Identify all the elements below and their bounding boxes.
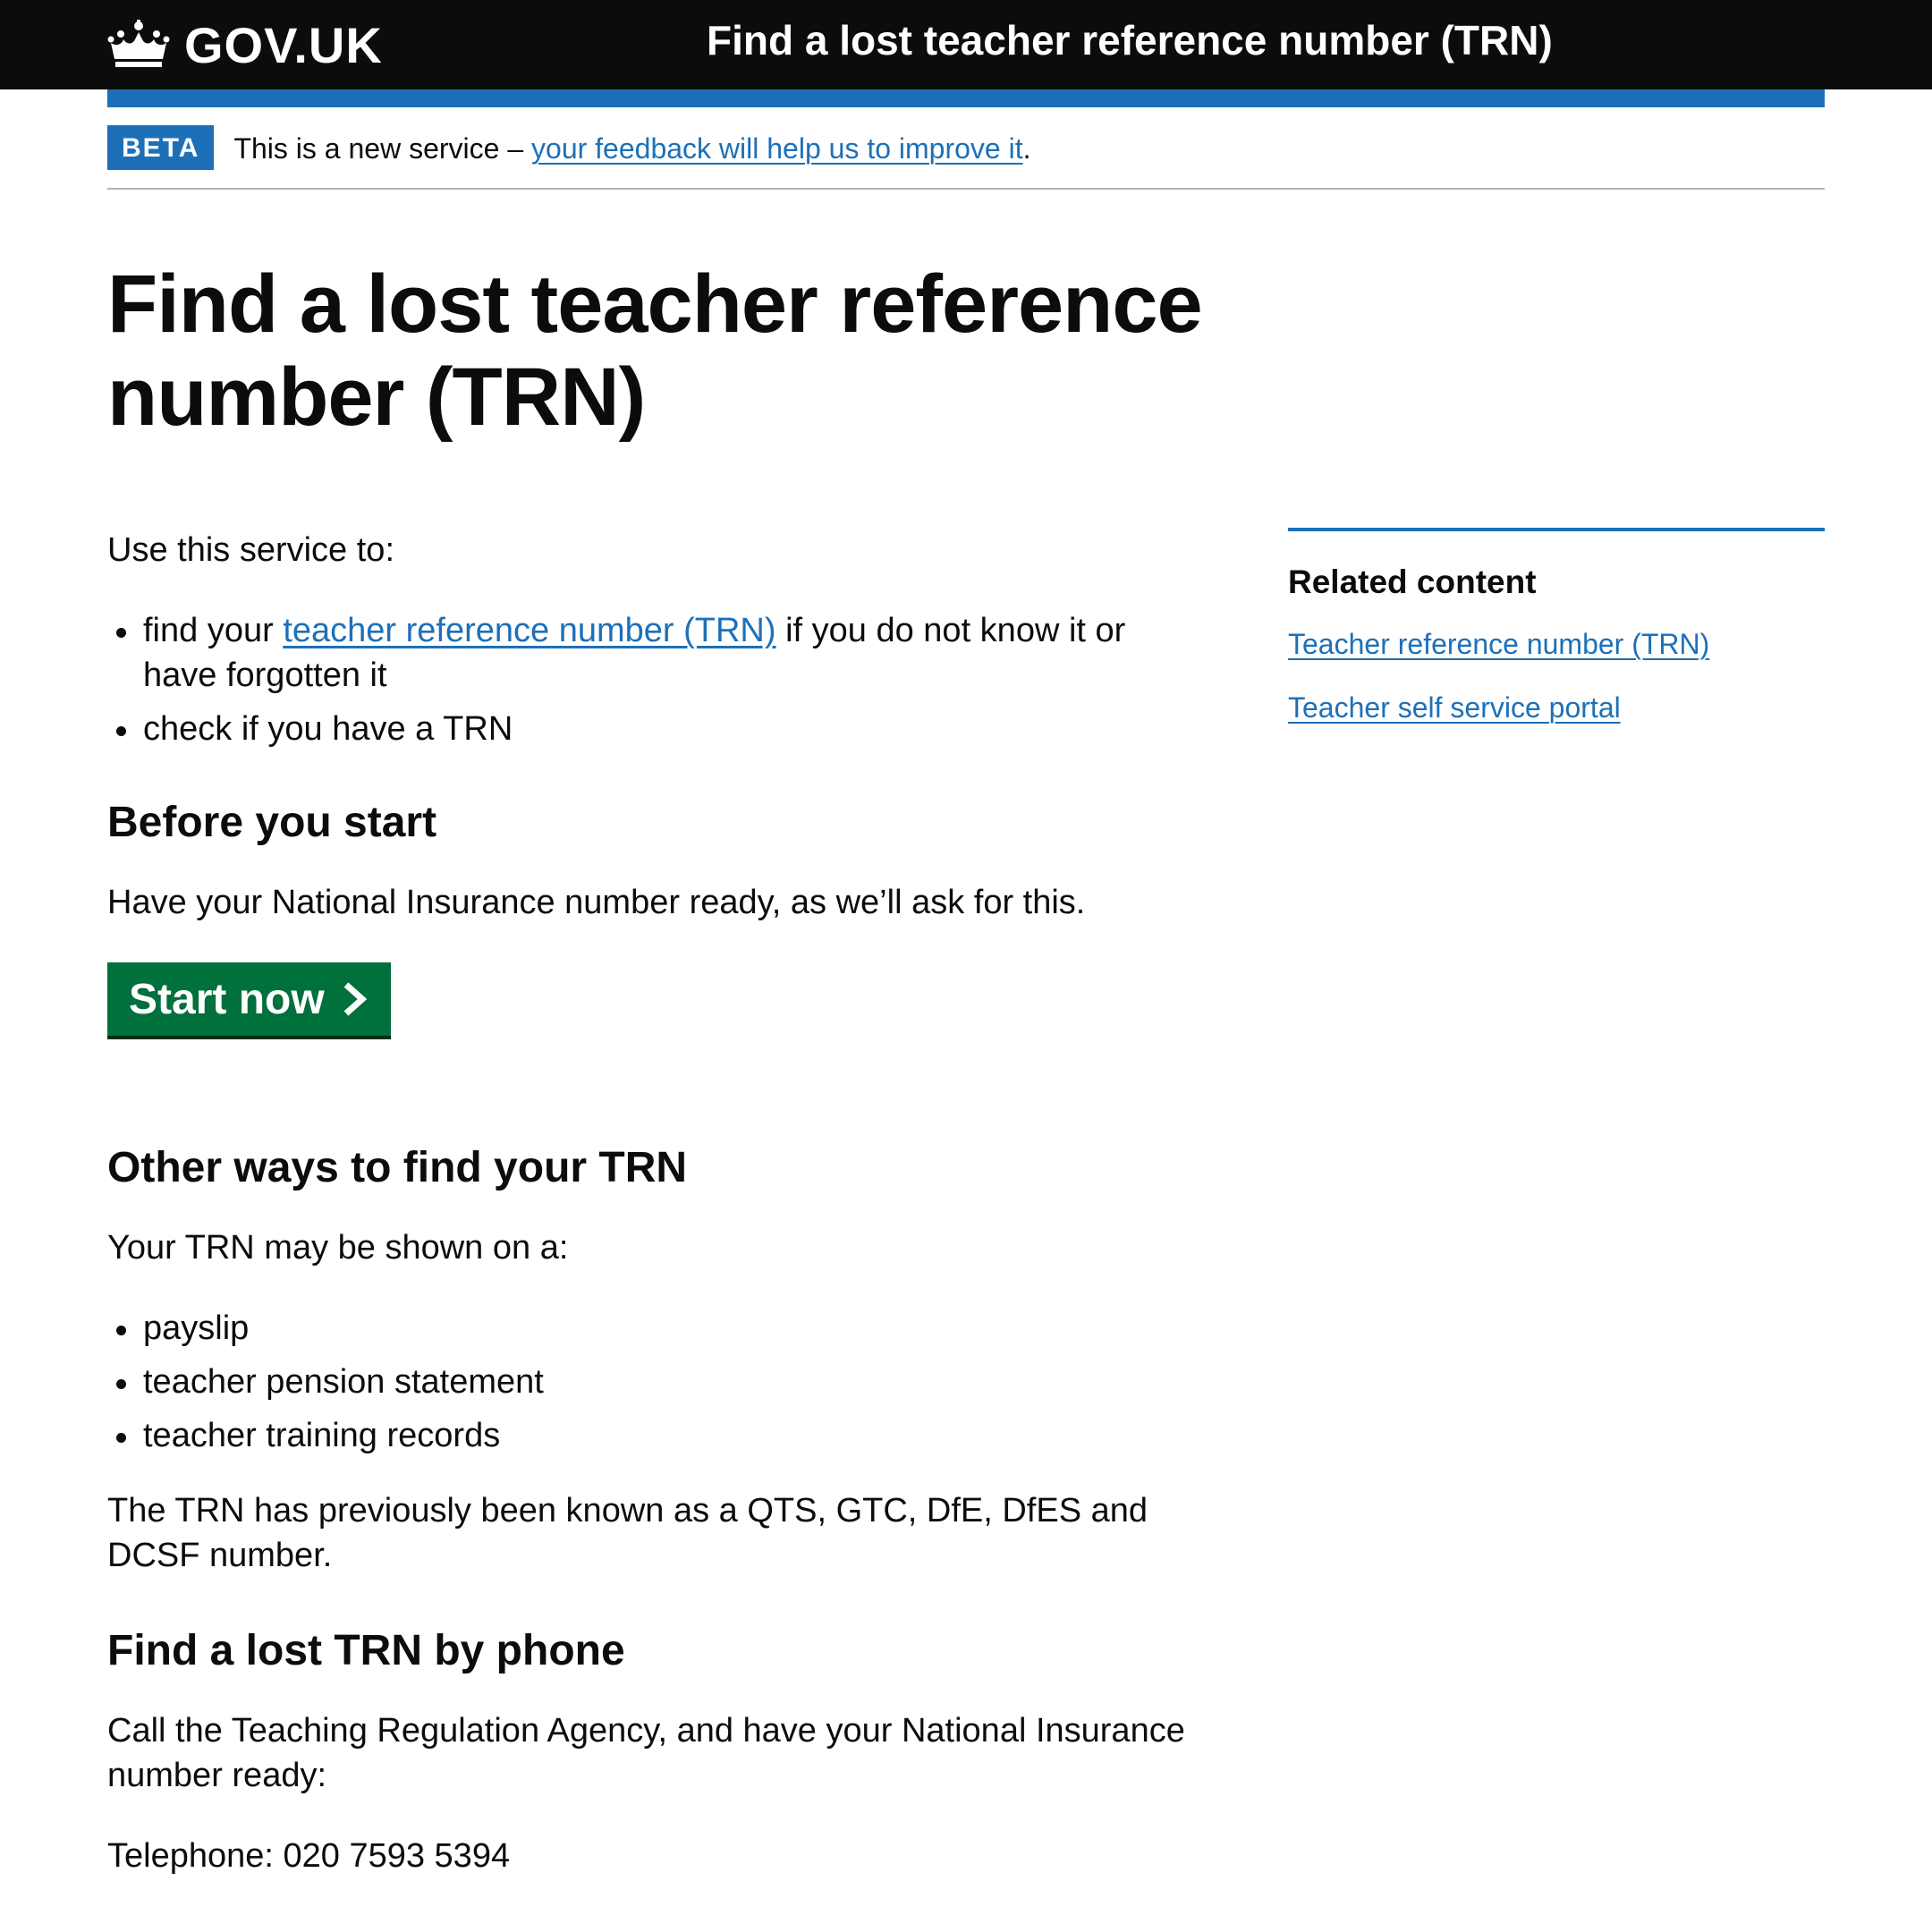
page-title: Find a lost teacher reference number (TR…: [107, 258, 1203, 443]
crown-icon: [107, 20, 170, 67]
phase-banner: BETA This is a new service – your feedba…: [107, 125, 1825, 190]
header-blue-bar: [107, 89, 1825, 107]
start-now-button[interactable]: Start now: [107, 962, 391, 1036]
phase-banner-text: This is a new service – your feedback wi…: [233, 132, 1031, 165]
service-name-link[interactable]: Find a lost teacher reference number (TR…: [707, 16, 1553, 64]
list-item: check if you have a TRN: [116, 707, 1208, 751]
other-ways-list: payslip teacher pension statement teache…: [107, 1306, 1208, 1458]
other-ways-intro: Your TRN may be shown on a:: [107, 1229, 569, 1267]
phone-heading: Find a lost TRN by phone: [107, 1627, 625, 1674]
list-item: teacher pension statement: [116, 1360, 1208, 1404]
before-you-start-heading: Before you start: [107, 799, 437, 846]
govuk-logo-link[interactable]: GOV.UK: [107, 14, 383, 75]
chevron-right-icon: [343, 982, 367, 1016]
list-item: find your teacher reference number (TRN)…: [116, 608, 1208, 698]
uses-list: find your teacher reference number (TRN)…: [107, 608, 1208, 751]
related-content-heading: Related content: [1288, 564, 1537, 600]
list-item: payslip: [116, 1306, 1208, 1351]
main-content: Use this service to: find your teacher r…: [107, 528, 1208, 1878]
related-content-sidebar: Related content Teacher reference number…: [1288, 528, 1825, 753]
before-you-start-text: Have your National Insurance number read…: [107, 884, 1086, 921]
logo-text: GOV.UK: [184, 16, 383, 73]
beta-tag: BETA: [107, 125, 215, 170]
start-now-label: Start now: [129, 975, 325, 1023]
intro-text: Use this service to:: [107, 531, 394, 569]
site-header: GOV.UK Find a lost teacher reference num…: [0, 0, 1932, 89]
list-item: teacher training records: [116, 1413, 1208, 1458]
other-ways-heading: Other ways to find your TRN: [107, 1144, 688, 1191]
trn-info-link[interactable]: teacher reference number (TRN): [283, 612, 775, 649]
related-link-trn[interactable]: Teacher reference number (TRN): [1288, 626, 1825, 662]
telephone-number: Telephone: 020 7593 5394: [107, 1837, 511, 1875]
phone-text: Call the Teaching Regulation Agency, and…: [107, 1712, 1185, 1794]
previously-known-text: The TRN has previously been known as a Q…: [107, 1492, 1148, 1574]
feedback-link[interactable]: your feedback will help us to improve it: [531, 132, 1023, 165]
related-link-self-service-portal[interactable]: Teacher self service portal: [1288, 690, 1825, 725]
